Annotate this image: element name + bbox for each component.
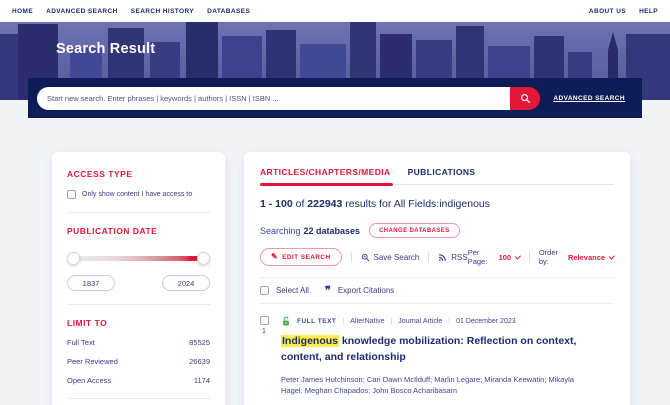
results-tabs: ARTICLES/CHAPTERS/MEDIA PUBLICATIONS	[260, 163, 614, 186]
limit-count: 1174	[193, 376, 210, 385]
full-text-badge: FULL TEXT	[297, 318, 337, 325]
filters-panel: ACCESS TYPE Only show content I have acc…	[52, 152, 225, 405]
divider	[350, 251, 352, 263]
top-nav-left: HOME ADVANCED SEARCH SEARCH HISTORY DATA…	[12, 8, 250, 15]
year-max-input[interactable]: 2024	[162, 275, 210, 291]
limit-count: 85525	[189, 338, 210, 347]
meta-separator: |	[390, 318, 393, 325]
results-query: results for All Fields:indigenous	[342, 198, 490, 210]
rss-icon	[439, 253, 447, 261]
limit-label: Full Text	[67, 338, 95, 347]
chevron-down-icon[interactable]	[515, 253, 522, 260]
search-bar-band: ADVANCED SEARCH	[28, 78, 642, 118]
edit-search-button[interactable]: ✎ EDIT SEARCH	[260, 248, 342, 266]
content-area: ACCESS TYPE Only show content I have acc…	[52, 152, 670, 405]
nav-about-us[interactable]: ABOUT US	[589, 8, 626, 15]
search-icon	[520, 93, 531, 103]
results-panel: ARTICLES/CHAPTERS/MEDIA PUBLICATIONS 1 -…	[244, 152, 630, 405]
select-all-label: Select All	[276, 286, 309, 295]
result-date: 01 December 2023	[456, 318, 516, 325]
publication-date-heading: PUBLICATION DATE	[67, 226, 158, 236]
change-databases-button[interactable]: CHANGE DATABASES	[369, 223, 460, 238]
limit-to-heading: LIMIT TO	[67, 318, 108, 328]
result-authors: Peter James Hutchinson; Cari Dawn McIldu…	[281, 374, 574, 396]
results-summary: 1 - 100 of 222943 results for All Fields…	[260, 198, 614, 210]
meta-separator: |	[342, 318, 345, 325]
meta-separator: |	[448, 318, 451, 325]
highlighted-term: Indigenous	[281, 335, 339, 347]
result-number: 1	[262, 328, 266, 335]
hero-banner: Search Result ADVANCED SEARCH	[0, 22, 670, 118]
result-meta-row: FULL TEXT | AlterNative | Journal Articl…	[281, 316, 614, 327]
order-by-label: Order by:	[538, 248, 558, 266]
divider	[67, 212, 210, 213]
search-button[interactable]	[510, 86, 541, 110]
results-toolbar: ✎ EDIT SEARCH Save Search RSS Per Page: …	[260, 248, 616, 266]
result-doc-type: Journal Article	[398, 318, 443, 325]
limit-open-access[interactable]: Open Access 1174	[67, 376, 210, 385]
divider	[67, 304, 210, 305]
divider	[529, 251, 530, 263]
searching-label: Searching	[260, 225, 301, 236]
save-search-label: Save Search	[373, 252, 420, 262]
results-range: 1 - 100	[260, 198, 293, 210]
save-search-icon	[361, 253, 369, 261]
searching-row: Searching 22 databases CHANGE DATABASES	[260, 223, 614, 238]
date-range-slider	[67, 252, 210, 265]
unlock-icon	[283, 316, 289, 326]
advanced-search-link[interactable]: ADVANCED SEARCH	[553, 95, 625, 102]
pencil-icon: ✎	[271, 252, 279, 261]
tab-publications[interactable]: PUBLICATIONS	[408, 167, 476, 177]
nav-search-history[interactable]: SEARCH HISTORY	[131, 8, 194, 15]
year-inputs-row: 1837 2024	[67, 275, 210, 291]
rss-label: RSS	[451, 252, 468, 262]
access-checkbox-row: Only show content I have access to	[67, 190, 210, 199]
result-select-column: 1	[260, 316, 281, 405]
slider-handle-max[interactable]	[197, 252, 210, 265]
search-input[interactable]	[37, 86, 511, 110]
limit-full-text[interactable]: Full Text 85525	[67, 338, 210, 347]
limit-label: Peer Reviewed	[67, 357, 118, 366]
nav-advanced-search[interactable]: ADVANCED SEARCH	[46, 8, 118, 15]
page-title: Search Result	[56, 41, 156, 57]
slider-track[interactable]	[71, 256, 206, 261]
nav-help[interactable]: HELP	[639, 8, 658, 15]
results-of: of	[292, 198, 308, 210]
nav-databases[interactable]: DATABASES	[207, 8, 250, 15]
limit-label: Open Access	[67, 376, 112, 385]
per-page-value[interactable]: 100	[499, 253, 512, 262]
database-count: 22 databases	[303, 225, 361, 236]
access-checkbox-label: Only show content I have access to	[82, 191, 193, 198]
search-box	[37, 86, 541, 110]
tab-articles-chapters-media[interactable]: ARTICLES/CHAPTERS/MEDIA	[260, 167, 393, 186]
top-nav: HOME ADVANCED SEARCH SEARCH HISTORY DATA…	[0, 0, 670, 22]
result-checkbox[interactable]	[260, 316, 269, 325]
top-nav-right: ABOUT US HELP	[589, 8, 658, 15]
divider	[428, 251, 430, 263]
access-type-heading: ACCESS TYPE	[67, 169, 133, 179]
export-citations-link[interactable]: Export Citations	[338, 286, 394, 295]
result-source[interactable]: AlterNative	[350, 318, 384, 325]
save-search-button[interactable]: Save Search	[361, 252, 420, 262]
rss-button[interactable]: RSS	[438, 252, 468, 262]
slider-handle-min[interactable]	[67, 252, 80, 265]
limit-count: 26639	[189, 357, 210, 366]
year-min-input[interactable]: 1837	[67, 275, 115, 291]
results-total: 222943	[307, 198, 343, 210]
per-page-label: Per Page:	[467, 248, 488, 266]
edit-search-label: EDIT SEARCH	[282, 253, 331, 261]
chevron-down-icon[interactable]	[609, 253, 616, 260]
result-title-link[interactable]: Indigenous knowledge mobilization: Refle…	[281, 334, 587, 366]
result-item: 1 FULL TEXT | AlterNative | Journal Arti…	[260, 303, 614, 405]
order-by-value[interactable]: Relevance	[568, 253, 605, 262]
select-all-checkbox[interactable]	[260, 286, 269, 295]
limit-peer-reviewed[interactable]: Peer Reviewed 26639	[67, 357, 210, 366]
access-checkbox[interactable]	[67, 190, 76, 199]
display-options: Per Page: 100 Order by: Relevance	[467, 248, 616, 266]
result-body: FULL TEXT | AlterNative | Journal Articl…	[281, 316, 614, 405]
nav-home[interactable]: HOME	[12, 8, 33, 15]
divider	[67, 398, 210, 399]
bulk-actions-row: Select All ❞ Export Citations	[260, 278, 614, 303]
